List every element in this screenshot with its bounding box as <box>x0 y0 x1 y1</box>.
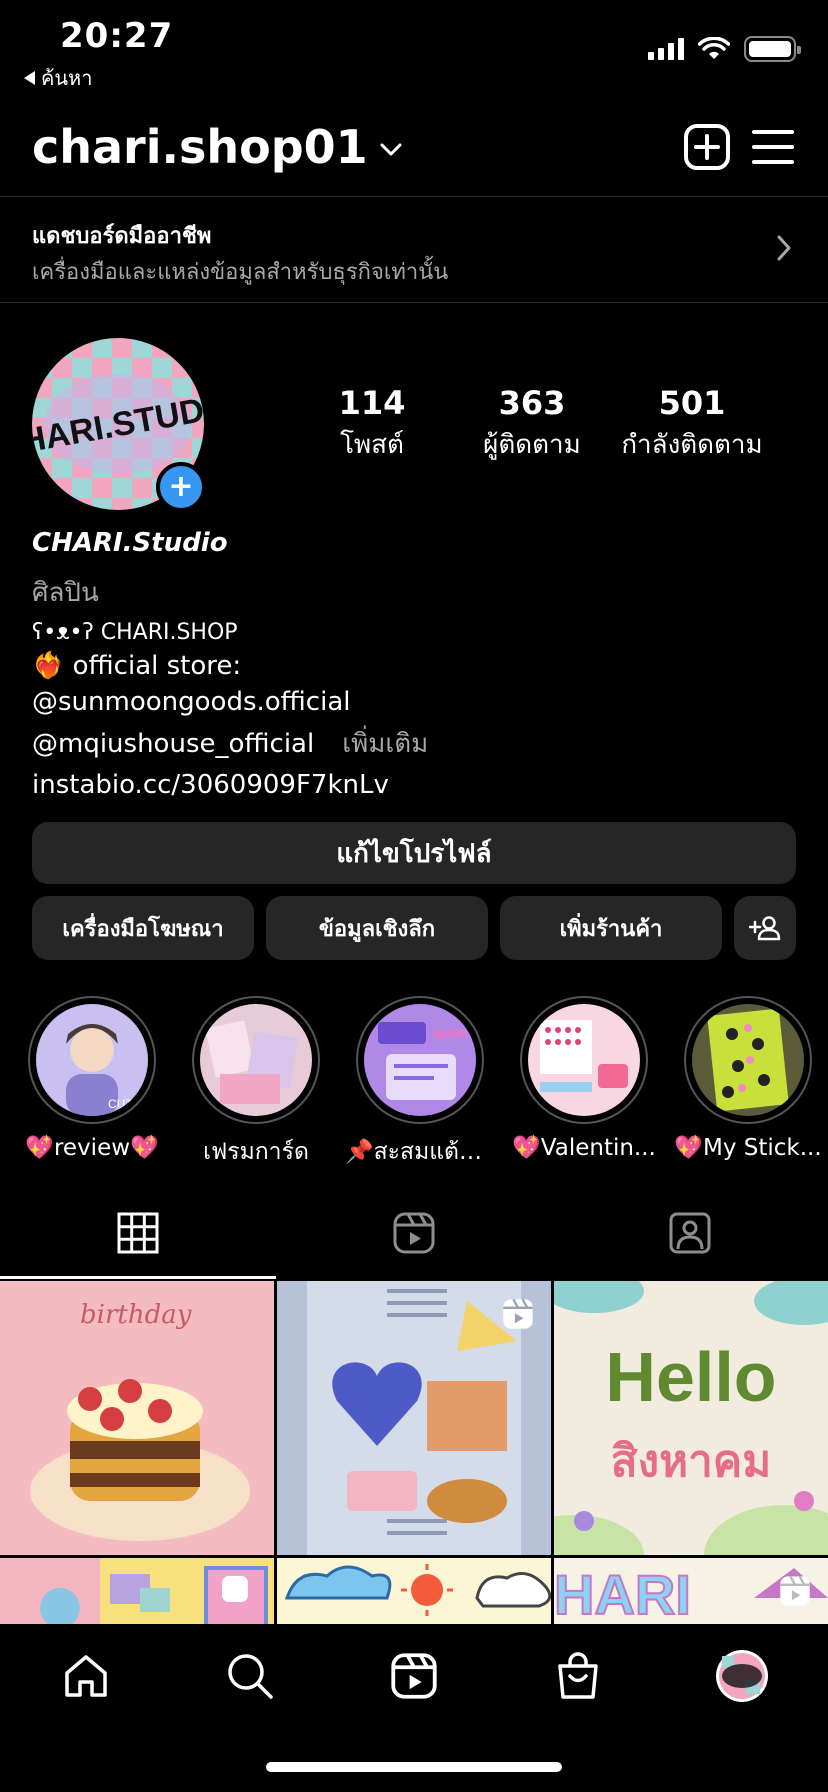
reel-badge-icon <box>222 1576 248 1602</box>
tab-tagged[interactable] <box>552 1186 828 1280</box>
menu-icon[interactable] <box>748 122 798 172</box>
reels-icon <box>391 1653 437 1699</box>
bio-line: ʕ•ᴥ•ʔ CHARI.SHOP <box>32 620 238 645</box>
post-caption-text: HARI <box>554 1563 691 1625</box>
highlight-label: 💖My Stick... <box>674 1135 822 1161</box>
create-post-icon[interactable] <box>682 122 732 172</box>
reel-badge-icon <box>503 1298 533 1329</box>
mention-link[interactable]: @sunmoongoods.official <box>32 687 792 717</box>
highlight-cover <box>528 1004 640 1116</box>
stat-followers[interactable]: 363 ผู้ติดตาม <box>472 384 592 465</box>
highlight-item[interactable]: NOW! 📌สะสมแต้ม... <box>345 996 495 1170</box>
display-name: CHARI.Studio <box>32 528 228 558</box>
status-icons <box>648 36 801 62</box>
wifi-icon <box>698 37 730 59</box>
post-thumbnail[interactable] <box>277 1281 551 1555</box>
bio-line: @mqiushouse_official เพิ่มเติม <box>32 723 792 764</box>
home-icon <box>65 1655 107 1697</box>
back-arrow-icon <box>24 71 35 85</box>
svg-text:NOW!: NOW! <box>434 1027 467 1041</box>
professional-dashboard[interactable]: แดชบอร์ดมืออาชีพ เครื่องมือและแหล่งข้อมู… <box>0 198 828 302</box>
shopping-bag-icon <box>558 1652 598 1699</box>
bio: CHARI.Studio ศิลปิน ʕ•ᴥ•ʔ CHARI.SHOP ❤️‍… <box>32 528 792 800</box>
post-thumbnail[interactable]: HARI <box>554 1558 828 1625</box>
more-link[interactable]: เพิ่มเติม <box>342 729 428 759</box>
profile-avatar[interactable]: CHARI.STUDIO + <box>32 338 206 512</box>
grid-icon <box>117 1212 159 1254</box>
bio-website-link[interactable]: instabio.cc/3060909F7knLv <box>32 770 792 800</box>
post-caption-subtext: สิงหาคม <box>611 1436 772 1487</box>
insights-button[interactable]: ข้อมูลเชิงลึก <box>266 896 488 960</box>
edit-profile-button[interactable]: แก้ไขโปรไฟล์ <box>32 822 796 884</box>
active-tab-indicator <box>0 1276 276 1279</box>
reels-icon <box>393 1212 435 1254</box>
divider <box>0 196 828 197</box>
profile-avatar-icon <box>716 1650 768 1702</box>
highlight-cover <box>200 1004 312 1116</box>
nav-search[interactable] <box>222 1648 278 1704</box>
post-thumbnail[interactable]: birthday <box>0 1281 274 1555</box>
highlight-item[interactable]: 💖My Stick... <box>674 996 822 1161</box>
mention-link[interactable]: @mqiushouse_official <box>32 729 314 759</box>
cellular-signal-icon <box>648 38 684 60</box>
battery-icon <box>744 36 801 62</box>
nav-profile[interactable] <box>714 1648 770 1704</box>
stat-following[interactable]: 501 กำลังติดตาม <box>614 384 770 465</box>
highlight-cover <box>692 1004 804 1116</box>
stat-posts[interactable]: 114 โพสต์ <box>332 384 412 465</box>
posts-count: 114 <box>338 384 406 422</box>
tab-reels[interactable] <box>276 1186 552 1280</box>
highlight-item[interactable]: CUTE 💖review💖 <box>25 996 159 1161</box>
username: chari.shop01 <box>32 120 368 174</box>
category-label: ศิลปิน <box>32 578 99 608</box>
highlight-label: 📌สะสมแต้ม... <box>345 1139 495 1165</box>
followers-label: ผู้ติดตาม <box>483 430 581 460</box>
status-time: 20:27 <box>60 16 174 56</box>
bio-line: ❤️‍🔥 official store: <box>32 651 242 681</box>
post-caption-text: Hello <box>605 1338 776 1416</box>
back-to-search[interactable]: ค้นหา <box>24 62 92 94</box>
divider <box>0 302 828 303</box>
discover-people-button[interactable] <box>734 896 796 960</box>
search-icon <box>228 1654 273 1699</box>
profile-tabs <box>0 1186 828 1280</box>
following-count: 501 <box>658 384 726 422</box>
tab-posts-grid[interactable] <box>0 1186 276 1280</box>
status-bar: 20:27 ค้นหา <box>0 0 828 96</box>
back-label: ค้นหา <box>41 66 93 90</box>
svg-text:CUTE: CUTE <box>108 1097 141 1111</box>
post-thumbnail[interactable] <box>277 1558 551 1625</box>
add-person-icon <box>749 916 781 941</box>
tagged-icon <box>669 1212 711 1254</box>
highlight-cover: CUTE <box>36 1004 148 1116</box>
account-switcher[interactable]: chari.shop01 <box>32 120 402 174</box>
nav-reels[interactable] <box>386 1648 442 1704</box>
nav-shop[interactable] <box>550 1648 606 1704</box>
highlight-label: 💖review💖 <box>25 1135 159 1161</box>
nav-home[interactable] <box>58 1648 114 1704</box>
chevron-down-icon <box>380 143 402 156</box>
followers-count: 363 <box>498 384 566 422</box>
highlight-item[interactable]: 💖Valentin... <box>512 996 656 1161</box>
dashboard-title: แดชบอร์ดมืออาชีพ <box>32 224 212 249</box>
highlight-label: เฟรมการ์ด <box>203 1139 309 1165</box>
ad-tools-button[interactable]: เครื่องมือโฆษณา <box>32 896 254 960</box>
chevron-right-icon <box>777 235 791 261</box>
highlight-cover: NOW! <box>364 1004 476 1116</box>
post-thumbnail[interactable] <box>0 1558 274 1625</box>
highlight-label: 💖Valentin... <box>512 1135 656 1161</box>
post-caption-text: birthday <box>80 1300 192 1330</box>
reel-badge-icon <box>780 1575 810 1606</box>
highlight-item[interactable]: เฟรมการ์ด <box>191 996 321 1170</box>
dashboard-subtitle: เครื่องมือและแหล่งข้อมูลสำหรับธุรกิจเท่า… <box>32 260 449 285</box>
home-indicator <box>266 1762 562 1772</box>
posts-grid: birthday Hello สิงหาคม HARI <box>0 1281 828 1625</box>
following-label: กำลังติดตาม <box>621 430 763 460</box>
post-thumbnail[interactable]: Hello สิงหาคม <box>554 1281 828 1555</box>
profile-header: chari.shop01 <box>0 100 828 196</box>
add-story-button[interactable]: + <box>156 462 206 512</box>
add-shop-button[interactable]: เพิ่มร้านค้า <box>500 896 722 960</box>
posts-label: โพสต์ <box>340 430 404 460</box>
